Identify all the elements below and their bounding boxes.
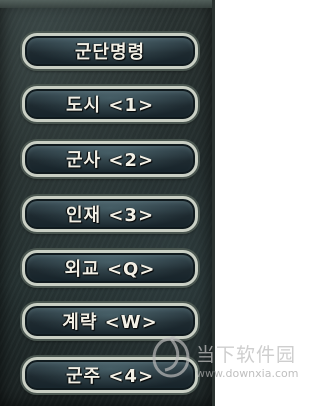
personnel-button[interactable]: 인재 <3> [22, 196, 198, 232]
diplomacy-button[interactable]: 외교 <Q> [22, 250, 198, 286]
corps-command-label: 군단명령 [74, 42, 146, 63]
diplomacy-label: 외교 <Q> [64, 259, 156, 280]
military-label: 군사 <2> [65, 150, 155, 171]
strategy-button[interactable]: 계략 <W> [22, 303, 198, 339]
corps-command-button[interactable]: 군단명령 [22, 33, 198, 69]
panel-border [0, 0, 212, 8]
ruler-label: 군주 <4> [65, 366, 155, 387]
ruler-button[interactable]: 군주 <4> [22, 357, 198, 393]
city-button[interactable]: 도시 <1> [22, 86, 198, 122]
strategy-label: 계략 <W> [62, 312, 158, 333]
military-button[interactable]: 군사 <2> [22, 141, 198, 177]
personnel-label: 인재 <3> [65, 205, 155, 226]
city-label: 도시 <1> [65, 95, 155, 116]
command-menu-panel: 군단명령 도시 <1> 군사 <2> 인재 <3> 외교 <Q> 계략 <W> … [0, 0, 215, 406]
game-screen: 군단명령 도시 <1> 군사 <2> 인재 <3> 외교 <Q> 계략 <W> … [0, 0, 336, 406]
